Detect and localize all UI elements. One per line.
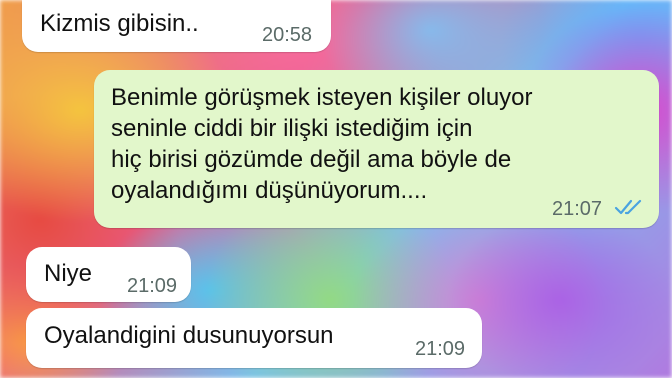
message-time: 21:07 [552, 198, 603, 220]
message-time: 20:58 [262, 24, 313, 46]
message-bubble-incoming[interactable]: Oyalandigini dusunuyorsun 21:09 [26, 308, 482, 368]
message-time: 21:09 [127, 275, 178, 297]
message-bubble-incoming[interactable]: Kizmis gibisin.. 20:58 [22, 0, 331, 52]
message-text: Oyalandigini dusunuyorsun [44, 322, 334, 349]
message-text: Niye [44, 260, 93, 287]
message-text: Kizmis gibisin.. [40, 10, 199, 37]
message-text: Benimle görüşmek isteyen kişiler oluyor … [111, 84, 533, 204]
message-time: 21:09 [415, 338, 466, 360]
message-bubble-outgoing[interactable]: Benimle görüşmek isteyen kişiler oluyor … [94, 70, 659, 228]
message-bubble-incoming[interactable]: Niye 21:09 [26, 247, 191, 302]
double-check-read-icon [614, 199, 642, 215]
